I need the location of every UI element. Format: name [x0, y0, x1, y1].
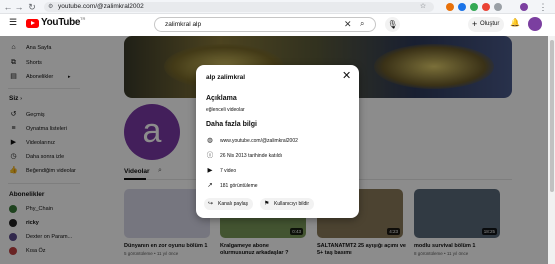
info-row-text: 181 görüntüleme	[220, 183, 258, 189]
menu-dots-icon[interactable]: ⋮	[538, 2, 548, 12]
info-row-text: 26 Nis 2013 tarihinde katıldı	[220, 153, 282, 159]
hamburger-menu-icon[interactable]: ☰	[9, 17, 17, 28]
microphone-icon: 🎙	[387, 20, 398, 29]
browser-toolbar: ← → ↻ ⚙ youtube.com/@zalimkral2002 ☆ ⋮	[0, 0, 555, 14]
search-icon[interactable]: ⌕	[360, 19, 364, 29]
bookmark-star-icon[interactable]: ☆	[418, 2, 428, 12]
description-heading: Açıklama	[206, 95, 237, 102]
extension-icon[interactable]	[446, 3, 454, 11]
search-input[interactable]: zalimkral alp	[154, 17, 376, 32]
scrollbar-thumb[interactable]	[550, 40, 554, 192]
extension-icon[interactable]	[458, 3, 466, 11]
info-icon: ⓘ	[206, 152, 214, 159]
channel-link[interactable]: www.youtube.com/@zalimkral2002	[220, 136, 298, 146]
flag-icon: ⚑	[264, 201, 270, 207]
report-user-label: Kullanıcıyı bildir	[274, 201, 310, 207]
description-text: eğlenceli videolar	[206, 107, 245, 113]
create-button[interactable]: + Oluştur	[468, 17, 504, 32]
extension-icon[interactable]	[482, 3, 490, 11]
info-row-joined: ⓘ 26 Nis 2013 tarihinde katıldı	[206, 151, 356, 161]
info-row-text: 7 video	[220, 168, 237, 174]
close-icon[interactable]: ✕	[342, 70, 351, 82]
search-value: zalimkral alp	[165, 21, 202, 28]
video-icon: ▶	[207, 167, 213, 174]
reload-icon[interactable]: ↻	[27, 2, 37, 12]
profile-icon[interactable]	[520, 3, 528, 11]
extension-icon[interactable]	[470, 3, 478, 11]
trending-icon: ↗	[207, 182, 213, 189]
create-label: Oluştur	[480, 21, 500, 27]
info-row-videos: ▶ 7 video	[206, 166, 356, 176]
channel-about-dialog: alp zalimkral ✕ Açıklama eğlenceli video…	[196, 65, 359, 218]
site-info-icon[interactable]: ⚙	[48, 2, 53, 12]
globe-icon: ◍	[207, 137, 213, 144]
forward-icon[interactable]: →	[14, 2, 24, 12]
clear-search-icon[interactable]: ✕	[344, 18, 352, 31]
info-row-views: ↗ 181 görüntüleme	[206, 181, 356, 191]
notifications-bell-icon[interactable]: 🔔	[510, 18, 520, 27]
youtube-logo-icon[interactable]	[26, 19, 39, 28]
share-channel-button[interactable]: ↪ Kanalı paylaş	[204, 198, 254, 210]
address-bar[interactable]: ⚙ youtube.com/@zalimkral2002	[44, 2, 434, 12]
back-icon[interactable]: ←	[3, 2, 13, 12]
puzzle-icon[interactable]	[494, 3, 502, 11]
region-code: TR	[80, 16, 86, 21]
account-avatar[interactable]	[528, 17, 542, 31]
url-text: youtube.com/@zalimkral2002	[58, 3, 144, 10]
more-info-heading: Daha fazla bilgi	[206, 121, 257, 128]
share-channel-label: Kanalı paylaş	[218, 201, 249, 207]
share-icon: ↪	[208, 201, 214, 207]
youtube-logo-text[interactable]: YouTube	[41, 17, 81, 28]
report-user-button[interactable]: ⚑ Kullanıcıyı bildir	[260, 198, 315, 210]
info-row-link: ◍ www.youtube.com/@zalimkral2002	[206, 136, 356, 146]
plus-icon: +	[472, 19, 478, 29]
voice-search-button[interactable]: 🎙	[385, 17, 400, 32]
dialog-title: alp zalimkral	[206, 74, 246, 81]
